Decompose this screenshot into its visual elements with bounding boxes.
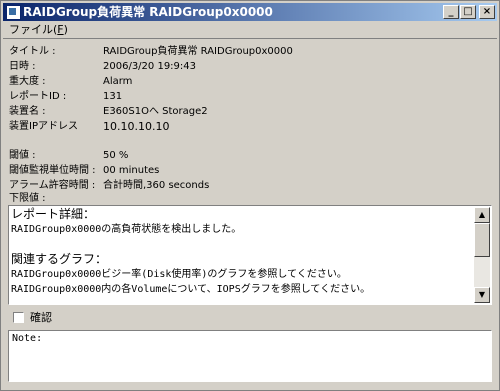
field-report-id-value: 131 bbox=[103, 91, 123, 102]
detail-line: RAIDGroup0x0000ビジー率(Disk使用率)のグラフを参照してくださ… bbox=[11, 269, 347, 280]
field-alarm-tolerance-label: アラーム許容時間 : bbox=[9, 180, 96, 191]
field-device-ip-value: 10.10.10.10 bbox=[103, 120, 170, 133]
note-textarea[interactable]: Note: bbox=[8, 330, 492, 382]
field-report-id-label: レポートID : bbox=[9, 91, 67, 102]
menu-file-label-end: ) bbox=[63, 23, 68, 36]
close-button[interactable]: × bbox=[479, 5, 495, 19]
window-controls: _ □ × bbox=[442, 5, 495, 19]
scroll-up-button[interactable]: ▲ bbox=[474, 207, 490, 223]
field-severity-label: 重大度 : bbox=[9, 76, 46, 87]
alert-window: RAIDGroup負荷異常 RAIDGroup0x0000 _ □ × ファイル… bbox=[0, 0, 500, 391]
confirm-checkbox[interactable] bbox=[13, 312, 24, 323]
report-detail-textarea[interactable]: レポート詳細： RAIDGroup0x0000の高負荷状態を検出しました。 関連… bbox=[8, 205, 492, 305]
menu-separator bbox=[3, 38, 497, 39]
field-device-name-value: E360S1Oへ Storage2 bbox=[103, 106, 208, 117]
field-lower-limit-label: 下限値 : bbox=[9, 193, 46, 204]
field-device-ip-label: 装置IPアドレス bbox=[9, 121, 78, 132]
detail-line: RAIDGroup0x0000内の各Volumeについて、IOPSグラフを参照し… bbox=[11, 284, 371, 295]
field-monitor-interval-value: 00 minutes bbox=[103, 165, 160, 176]
report-detail-content: レポート詳細： RAIDGroup0x0000の高負荷状態を検出しました。 関連… bbox=[11, 207, 473, 304]
field-threshold-label: 閾値 : bbox=[9, 150, 36, 161]
field-alarm-tolerance-value: 合計時間,360 seconds bbox=[103, 180, 210, 191]
confirm-label[interactable]: 確認 bbox=[30, 311, 52, 325]
detail-related-heading: 関連するグラフ： bbox=[11, 252, 108, 266]
field-title-value: RAIDGroup負荷異常 RAIDGroup0x0000 bbox=[103, 46, 293, 57]
menu-file-label: ファイル( bbox=[9, 23, 58, 36]
field-threshold-value: 50 % bbox=[103, 150, 129, 161]
scroll-thumb[interactable] bbox=[474, 223, 490, 257]
field-datetime-value: 2006/3/20 19:9:43 bbox=[103, 61, 197, 72]
title-bar[interactable]: RAIDGroup負荷異常 RAIDGroup0x0000 _ □ × bbox=[3, 3, 497, 21]
detail-scrollbar[interactable]: ▲ ▼ bbox=[474, 207, 490, 303]
field-monitor-interval-label: 閾値監視単位時間 : bbox=[9, 165, 96, 176]
scroll-down-button[interactable]: ▼ bbox=[474, 287, 490, 303]
field-severity-value: Alarm bbox=[103, 76, 133, 87]
maximize-button[interactable]: □ bbox=[460, 5, 476, 19]
detail-line: RAIDGroup0x0000の高負荷状態を検出しました。 bbox=[11, 224, 242, 235]
window-title: RAIDGroup負荷異常 RAIDGroup0x0000 bbox=[23, 5, 273, 19]
field-title-label: タイトル : bbox=[9, 46, 56, 57]
minimize-button[interactable]: _ bbox=[443, 5, 459, 19]
detail-blank-line bbox=[11, 237, 473, 252]
detail-heading: レポート詳細： bbox=[11, 207, 96, 221]
field-device-name-label: 装置名 : bbox=[9, 106, 46, 117]
field-datetime-label: 日時 : bbox=[9, 61, 36, 72]
app-icon bbox=[6, 5, 21, 20]
menu-file[interactable]: ファイル(F) bbox=[9, 22, 68, 38]
menu-bar: ファイル(F) bbox=[3, 22, 497, 39]
